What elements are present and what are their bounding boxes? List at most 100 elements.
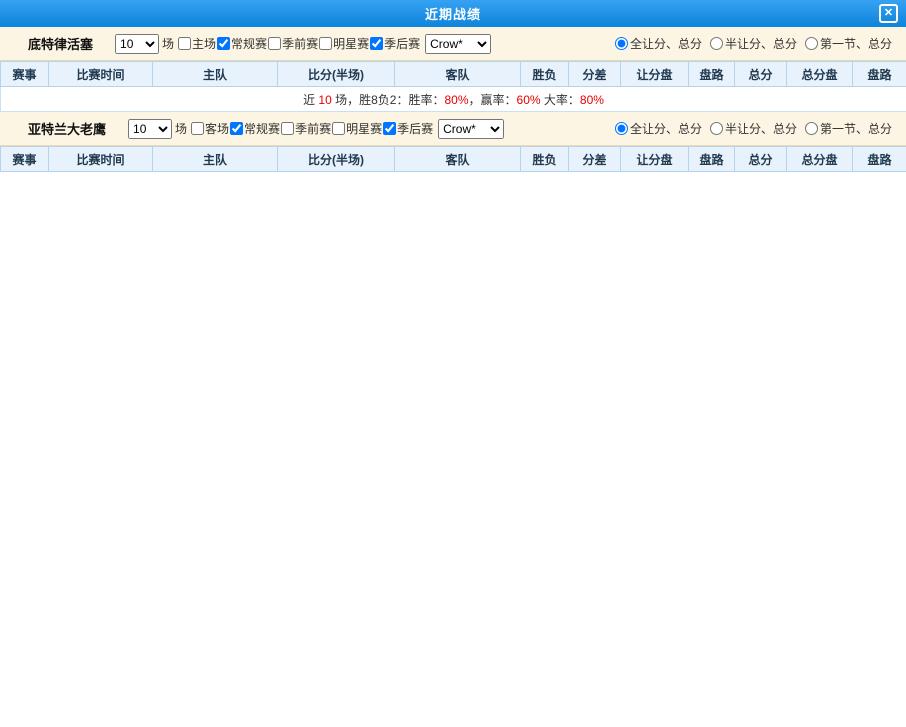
summary-segment: ，赢率： [469,93,517,107]
radio-label: 全让分、总分 [630,35,702,52]
dialog-title: 近期战绩 [425,4,481,23]
summary-row: 近 10 场，胜8负2：胜率：80%，赢率：60% 大率：80% [1,87,906,112]
column-header: 比分(半场) [278,62,395,87]
column-header: 让分盘 [621,62,689,87]
column-header: 比分(半场) [278,147,395,172]
filter-checkbox-group: 主场常规赛季前赛明星赛季后赛 [178,35,421,53]
column-header: 分差 [569,147,621,172]
filter-checkbox[interactable]: 主场 [178,35,216,52]
results-table: 赛事比赛时间主队比分(半场)客队胜负分差让分盘盘路总分总分盘盘路 [0,146,906,172]
games-count-select[interactable]: 10 [128,119,172,139]
table-header-row: 赛事比赛时间主队比分(半场)客队胜负分差让分盘盘路总分总分盘盘路 [1,147,906,172]
column-header: 主队 [153,62,278,87]
stat-mode-radio[interactable]: 第一节、总分 [805,120,892,137]
team-section-hawks: 亚特兰大老鹰 10 场 客场常规赛季前赛明星赛季后赛 Crow* 全让分、总分 半… [0,112,906,172]
column-header: 客队 [395,62,521,87]
radio-input[interactable] [805,37,818,50]
filter-checkbox[interactable]: 季前赛 [281,120,331,137]
checkbox-input[interactable] [370,37,383,50]
summary-segment: 近 [303,93,318,107]
checkbox-input[interactable] [230,122,243,135]
checkbox-label: 常规赛 [244,120,280,137]
checkbox-label: 明星赛 [346,120,382,137]
column-header: 比赛时间 [49,147,153,172]
checkbox-input[interactable] [268,37,281,50]
source-select[interactable]: Crow* [438,119,504,139]
column-header: 分差 [569,62,621,87]
checkbox-label: 季后赛 [397,120,433,137]
column-header: 盘路 [689,147,735,172]
radio-input[interactable] [710,122,723,135]
filter-checkbox[interactable]: 客场 [191,120,229,137]
radio-label: 半让分、总分 [725,120,797,137]
filter-checkbox[interactable]: 季后赛 [383,120,433,137]
stat-mode-radio[interactable]: 全让分、总分 [615,120,702,137]
stat-mode-radio[interactable]: 全让分、总分 [615,35,702,52]
column-header: 盘路 [853,62,906,87]
stat-mode-radio[interactable]: 半让分、总分 [710,35,797,52]
column-header: 总分 [735,147,787,172]
games-count-select[interactable]: 10 [115,34,159,54]
filter-bar: 底特律活塞 10 场 主场常规赛季前赛明星赛季后赛 Crow* 全让分、总分 半让… [0,27,906,61]
checkbox-input[interactable] [178,37,191,50]
column-header: 盘路 [853,147,906,172]
column-header: 总分盘 [787,147,853,172]
column-header: 总分 [735,62,787,87]
column-header: 赛事 [1,62,49,87]
games-suffix-label: 场 [162,35,174,52]
summary-segment: 10 [318,93,331,107]
games-suffix-label: 场 [175,120,187,137]
recent-results-dialog: 近期战绩 ✕ 底特律活塞 10 场 主场常规赛季前赛明星赛季后赛 Crow* 全… [0,0,906,172]
table-header-row: 赛事比赛时间主队比分(半场)客队胜负分差让分盘盘路总分总分盘盘路 [1,62,906,87]
checkbox-input[interactable] [383,122,396,135]
stat-mode-radio[interactable]: 半让分、总分 [710,120,797,137]
column-header: 比赛时间 [49,62,153,87]
stat-mode-radio[interactable]: 第一节、总分 [805,35,892,52]
checkbox-label: 明星赛 [333,35,369,52]
radio-input[interactable] [805,122,818,135]
filter-bar: 亚特兰大老鹰 10 场 客场常规赛季前赛明星赛季后赛 Crow* 全让分、总分 半… [0,112,906,146]
summary-text: 近 10 场，胜8负2：胜率：80%，赢率：60% 大率：80% [1,87,906,112]
column-header: 盘路 [689,62,735,87]
results-table: 赛事比赛时间主队比分(半场)客队胜负分差让分盘盘路总分总分盘盘路 近 10 场，… [0,61,906,112]
summary-segment: 场，胜8负2：胜率： [332,93,445,107]
filter-checkbox[interactable]: 明星赛 [332,120,382,137]
filter-checkbox[interactable]: 季前赛 [268,35,318,52]
filter-checkbox-group: 客场常规赛季前赛明星赛季后赛 [191,120,434,138]
checkbox-label: 主场 [192,35,216,52]
filter-checkbox[interactable]: 季后赛 [370,35,420,52]
stat-mode-radio-group: 全让分、总分 半让分、总分第一节、总分 [607,35,892,53]
summary-segment: 80% [444,93,468,107]
summary-segment: 80% [580,93,604,107]
filter-checkbox[interactable]: 明星赛 [319,35,369,52]
team-section-pistons: 底特律活塞 10 场 主场常规赛季前赛明星赛季后赛 Crow* 全让分、总分 半让… [0,27,906,112]
close-icon[interactable]: ✕ [879,4,898,23]
checkbox-input[interactable] [191,122,204,135]
filter-checkbox[interactable]: 常规赛 [230,120,280,137]
stat-mode-radio-group: 全让分、总分 半让分、总分 第一节、总分 [607,120,892,138]
filter-checkbox[interactable]: 常规赛 [217,35,267,52]
radio-input[interactable] [615,37,628,50]
radio-input[interactable] [615,122,628,135]
checkbox-input[interactable] [319,37,332,50]
column-header: 胜负 [521,62,569,87]
checkbox-label: 季前赛 [295,120,331,137]
checkbox-label: 季后赛 [384,35,420,52]
source-select[interactable]: Crow* [425,34,491,54]
team-name: 亚特兰大老鹰 [28,119,106,138]
checkbox-label: 常规赛 [231,35,267,52]
checkbox-input[interactable] [281,122,294,135]
column-header: 主队 [153,147,278,172]
column-header: 让分盘 [621,147,689,172]
checkbox-label: 客场 [205,120,229,137]
radio-input[interactable] [710,37,723,50]
summary-segment: 60% [517,93,541,107]
team-name: 底特律活塞 [28,34,93,53]
dialog-titlebar: 近期战绩 ✕ [0,0,906,27]
checkbox-label: 季前赛 [282,35,318,52]
radio-label: 半让分、总分 [725,35,797,52]
radio-label: 第一节、总分 [820,120,892,137]
checkbox-input[interactable] [332,122,345,135]
checkbox-input[interactable] [217,37,230,50]
column-header: 总分盘 [787,62,853,87]
